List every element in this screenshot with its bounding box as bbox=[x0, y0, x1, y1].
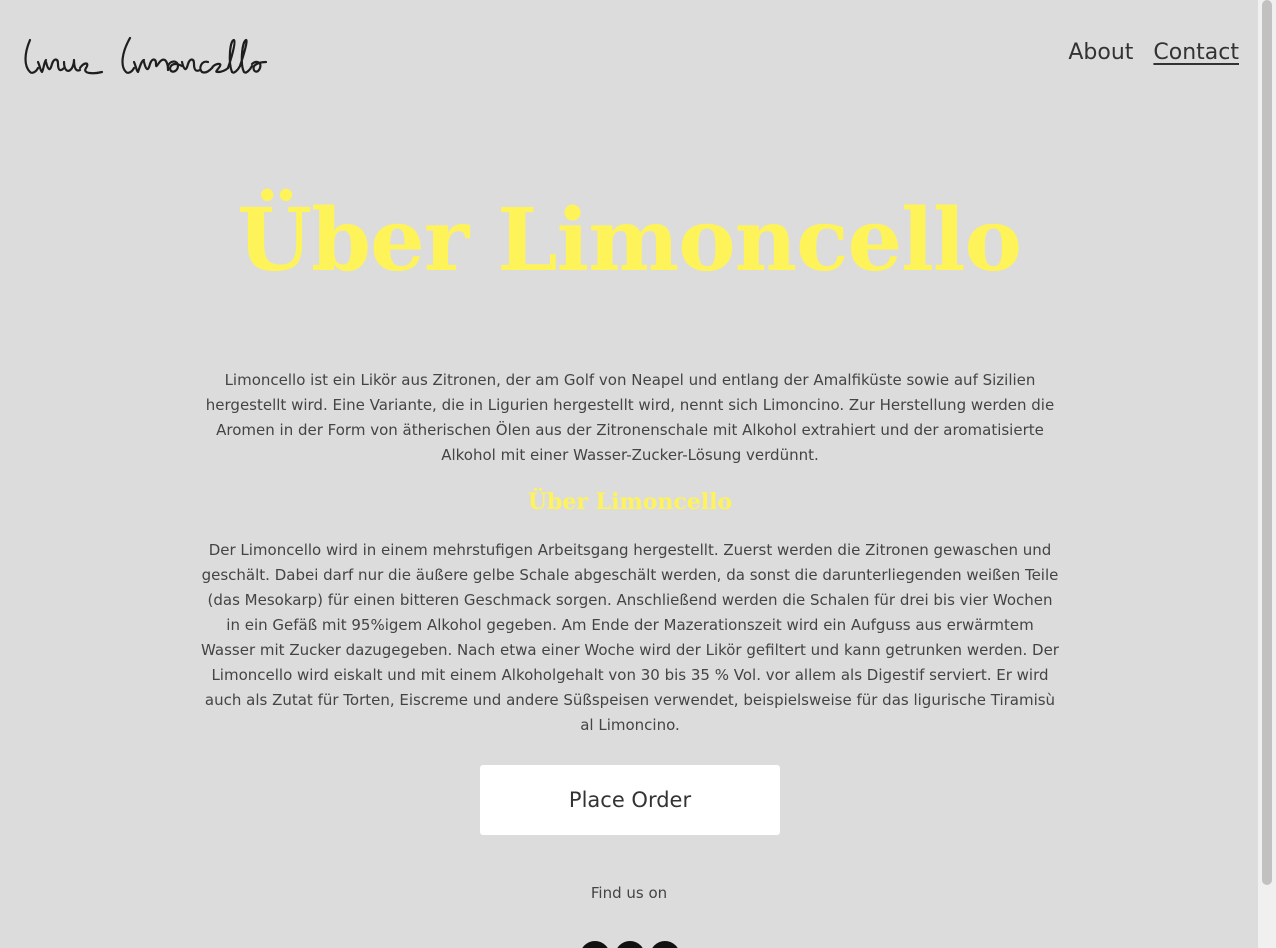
social-icon-2[interactable] bbox=[615, 941, 645, 948]
page: About Contact Über Limoncello Limoncello… bbox=[0, 0, 1258, 948]
social-icon-1[interactable] bbox=[580, 941, 610, 948]
intro-paragraph: Limoncello ist ein Likör aus Zitronen, d… bbox=[205, 371, 1055, 464]
production-paragraph: Der Limoncello wird in einem mehrstufige… bbox=[201, 541, 1059, 734]
nav-contact[interactable]: Contact bbox=[1153, 40, 1239, 65]
page-title: Über Limoncello bbox=[237, 190, 1022, 291]
section-subtitle: Über Limoncello bbox=[527, 489, 733, 515]
nav-about[interactable]: About bbox=[1068, 40, 1133, 65]
logo-signature bbox=[24, 36, 268, 75]
main-nav: About Contact bbox=[1068, 40, 1239, 65]
content-section: Limoncello ist ein Likör aus Zitronen, d… bbox=[200, 368, 1060, 738]
logo[interactable] bbox=[22, 32, 272, 80]
place-order-button[interactable]: Place Order bbox=[480, 765, 780, 835]
scrollbar-thumb[interactable] bbox=[1262, 0, 1272, 885]
social-links bbox=[580, 941, 680, 948]
vertical-scrollbar[interactable] bbox=[1258, 0, 1276, 948]
find-us-label: Find us on bbox=[590, 884, 668, 902]
social-icon-3[interactable] bbox=[650, 941, 680, 948]
